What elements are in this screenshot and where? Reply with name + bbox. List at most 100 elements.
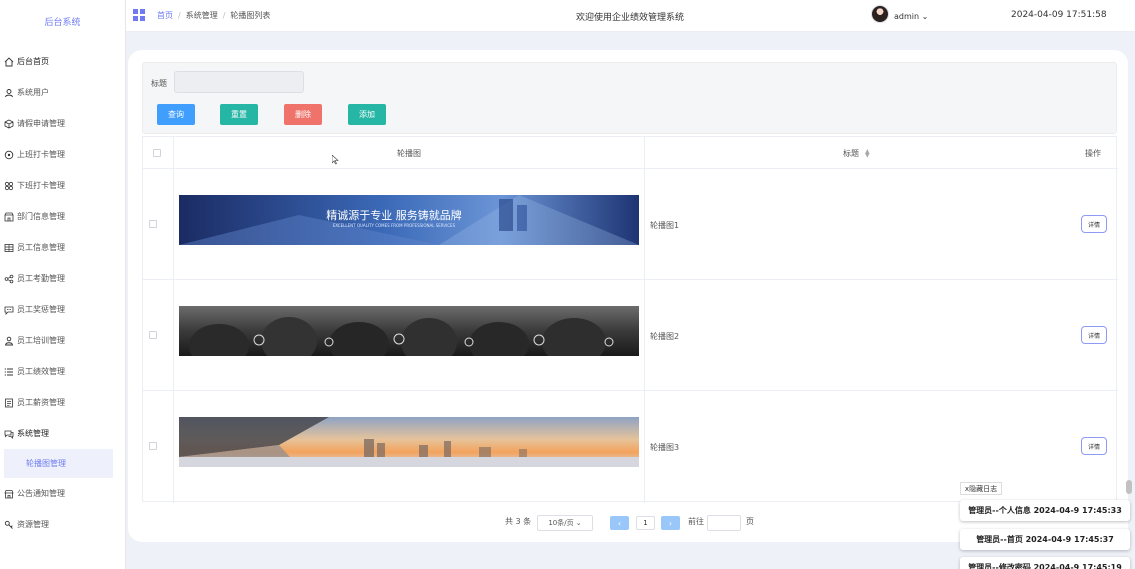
sidebar-item-label: 员工信息管理 — [17, 243, 65, 252]
banner-subline: EXCELLENT QUALITY COMES FROM PROFESSIONA… — [333, 223, 456, 228]
goto-suffix: 页 — [746, 517, 754, 526]
list-icon — [4, 367, 14, 377]
sidebar-item-label: 员工绩效管理 — [17, 367, 65, 376]
select-all-checkbox[interactable] — [153, 149, 161, 157]
sidebar-item-clock-in[interactable]: 上班打卡管理 — [0, 139, 125, 170]
sidebar-menu: 后台首页 系统用户 请假申请管理 上班打卡管理 下班打卡管理 部门信息管理 员工… — [0, 46, 125, 540]
sidebar-item-label: 员工奖惩管理 — [17, 305, 65, 314]
sidebar-item-system[interactable]: 系统管理 — [0, 418, 125, 449]
banner-headline: 精诚源于专业 服务铸就品牌 — [326, 208, 462, 222]
breadcrumb-home[interactable]: 首页 — [157, 11, 173, 20]
chevron-left-icon: ‹ — [617, 518, 622, 528]
table-row: 轮播图2 详情 — [143, 280, 1118, 391]
cube-icon — [4, 119, 14, 129]
chevron-down-icon: ⌄ — [919, 12, 929, 21]
search-form: 标题 查询 重置 删除 添加 — [142, 62, 1117, 134]
main-card: 标题 查询 重置 删除 添加 轮播图 标题 ▲ ▼ 操作 精诚源于专业 服务铸就… — [128, 50, 1128, 542]
page-number[interactable]: 1 — [636, 516, 655, 530]
column-header-action: 操作 — [1085, 149, 1101, 158]
home-icon — [4, 56, 14, 67]
table-icon — [4, 243, 14, 253]
document-icon — [4, 398, 14, 408]
person-icon — [4, 336, 14, 346]
sidebar-subitem-label: 轮播图管理 — [26, 459, 66, 468]
column-header-title-label: 标题 — [843, 149, 859, 158]
share-icon — [4, 274, 14, 284]
row-checkbox[interactable] — [149, 442, 157, 450]
detail-button[interactable]: 详情 — [1081, 437, 1107, 455]
welcome-text: 欢迎使用企业绩效管理系统 — [576, 13, 685, 23]
shop-icon — [4, 212, 14, 222]
page-size-select[interactable]: 10条/页 ⌄ — [537, 515, 593, 531]
sidebar-item-performance[interactable]: 员工绩效管理 — [0, 356, 125, 387]
page-size-value: 10条/页 — [548, 519, 574, 527]
column-header-image: 轮播图 — [397, 149, 421, 158]
breadcrumb-separator: / — [222, 11, 226, 20]
sidebar-item-label: 资源管理 — [17, 520, 49, 529]
chevron-right-icon: › — [668, 518, 673, 528]
detail-button[interactable]: 详情 — [1081, 326, 1107, 344]
sidebar-subitem-carousel[interactable]: 轮播图管理 — [4, 449, 113, 478]
prev-page-button[interactable]: ‹ — [610, 516, 629, 530]
store-icon — [4, 489, 14, 499]
sidebar-item-label: 部门信息管理 — [17, 212, 65, 221]
sidebar-item-label: 员工培训管理 — [17, 336, 65, 345]
sidebar-item-clock-out[interactable]: 下班打卡管理 — [0, 170, 125, 201]
clock-datetime: 2024-04-09 17:51:58 — [1011, 10, 1107, 20]
key-icon — [4, 520, 14, 530]
breadcrumb-separator: / — [178, 11, 181, 20]
sidebar-item-label: 请假申请管理 — [17, 119, 65, 128]
sort-icon[interactable]: ▲ ▼ — [865, 148, 870, 158]
sidebar-item-training[interactable]: 员工培训管理 — [0, 325, 125, 356]
column-header-title[interactable]: 标题 ▲ ▼ — [843, 148, 870, 159]
grid-menu-icon[interactable] — [133, 9, 145, 21]
sidebar-item-notice[interactable]: 公告通知管理 — [0, 478, 125, 509]
clock-icon — [4, 150, 14, 160]
sidebar-item-leave[interactable]: 请假申请管理 — [0, 108, 125, 139]
sidebar-item-label: 员工考勤管理 — [17, 274, 65, 283]
sidebar-item-label: 下班打卡管理 — [17, 181, 65, 190]
scrollbar-thumb[interactable] — [1126, 480, 1132, 494]
row-checkbox[interactable] — [149, 331, 157, 339]
sidebar-item-resources[interactable]: 资源管理 — [0, 509, 125, 540]
sidebar-item-label: 系统管理 — [17, 429, 49, 438]
sidebar-item-department[interactable]: 部门信息管理 — [0, 201, 125, 232]
chevron-down-icon: ⌄ — [573, 519, 582, 527]
sidebar-item-employee[interactable]: 员工信息管理 — [0, 232, 125, 263]
breadcrumb-system[interactable]: 系统管理 — [186, 11, 218, 20]
goto-page-input[interactable] — [707, 515, 741, 531]
mouse-cursor-icon — [332, 155, 339, 165]
sidebar-item-label: 后台首页 — [17, 57, 49, 66]
user-icon — [4, 88, 14, 98]
row-title: 轮播图1 — [650, 221, 680, 230]
goto-label: 前往 — [688, 517, 704, 526]
avatar[interactable] — [871, 5, 889, 23]
carousel-image-3 — [179, 417, 639, 467]
chat-group-icon — [4, 429, 14, 439]
table-row: 精诚源于专业 服务铸就品牌 EXCELLENT QUALITY COMES FR… — [143, 169, 1118, 280]
hide-log-button[interactable]: x隐藏日志 — [960, 482, 1002, 495]
add-button[interactable]: 添加 — [348, 104, 386, 125]
sidebar-item-home[interactable]: 后台首页 — [0, 46, 125, 77]
user-name: admin — [894, 12, 920, 21]
user-menu[interactable]: admin ⌄ — [894, 12, 928, 21]
sidebar-item-label: 上班打卡管理 — [17, 150, 65, 159]
next-page-button[interactable]: › — [661, 516, 680, 530]
breadcrumb: 首页 / 系统管理 / 轮播图列表 — [157, 10, 270, 21]
delete-button[interactable]: 删除 — [284, 104, 322, 125]
log-entry: 管理员--首页 2024-04-9 17:45:37 — [960, 529, 1130, 550]
apps-icon — [4, 181, 14, 191]
log-entry: 管理员--修改密码 2024-04-9 17:45:19 — [960, 557, 1130, 569]
detail-button[interactable]: 详情 — [1081, 215, 1107, 233]
sidebar-item-attendance[interactable]: 员工考勤管理 — [0, 263, 125, 294]
breadcrumb-current: 轮播图列表 — [230, 11, 271, 20]
sidebar-item-salary[interactable]: 员工薪资管理 — [0, 387, 125, 418]
title-search-input[interactable] — [174, 71, 304, 93]
sidebar-item-rewards[interactable]: 员工奖惩管理 — [0, 294, 125, 325]
reset-button[interactable]: 重置 — [220, 104, 258, 125]
sidebar-item-users[interactable]: 系统用户 — [0, 77, 125, 108]
sidebar: 后台系统 后台首页 系统用户 请假申请管理 上班打卡管理 下班打卡管理 部门信息… — [0, 0, 126, 569]
sidebar-item-label: 系统用户 — [17, 88, 49, 97]
row-checkbox[interactable] — [149, 220, 157, 228]
query-button[interactable]: 查询 — [157, 104, 195, 125]
